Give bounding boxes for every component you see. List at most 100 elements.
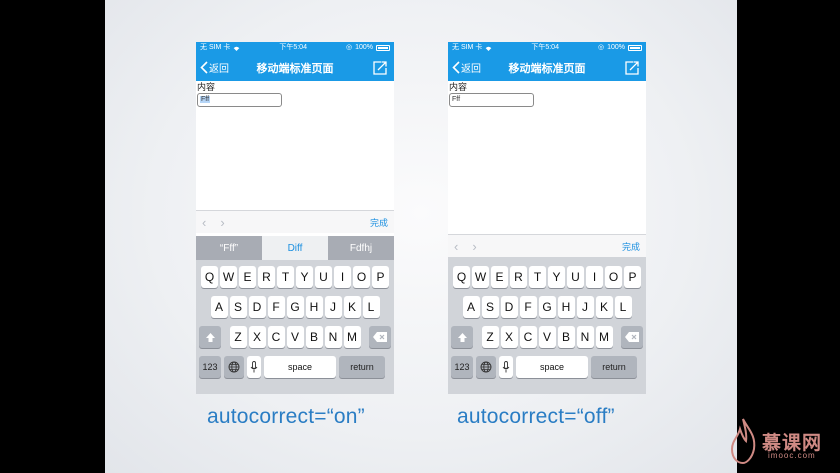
content-label: 内容 — [449, 82, 468, 92]
key-n[interactable]: N — [324, 326, 342, 348]
key-j[interactable]: J — [576, 296, 594, 318]
key-w[interactable]: W — [472, 266, 489, 288]
shift-icon — [457, 332, 467, 342]
keyboard-row-2: A S D F G H J K L — [196, 296, 394, 318]
keyboard: Q W E R T Y U I O P A S D F G H J K L Z … — [196, 260, 394, 394]
key-s[interactable]: S — [481, 296, 499, 318]
share-icon[interactable] — [372, 60, 388, 75]
keyboard-row-3: Z X C V B N M — [448, 326, 646, 348]
key-c[interactable]: C — [519, 326, 537, 348]
suggestion-correction[interactable]: Diff — [262, 236, 328, 260]
key-u[interactable]: U — [567, 266, 584, 288]
orientation-lock-icon: ◎ — [345, 44, 353, 51]
next-field-icon[interactable]: › — [220, 215, 224, 230]
carrier-label: 无 SIM 卡 — [200, 44, 231, 51]
key-a[interactable]: A — [210, 296, 228, 318]
mic-key[interactable] — [247, 356, 261, 378]
shift-key[interactable] — [451, 326, 473, 348]
numbers-key[interactable]: 123 — [199, 356, 221, 378]
backspace-icon — [373, 332, 387, 342]
key-f[interactable]: F — [519, 296, 537, 318]
key-e[interactable]: E — [491, 266, 508, 288]
key-t[interactable]: T — [529, 266, 546, 288]
key-h[interactable]: H — [305, 296, 323, 318]
key-r[interactable]: R — [258, 266, 275, 288]
key-v[interactable]: V — [286, 326, 304, 348]
key-d[interactable]: D — [248, 296, 266, 318]
key-v[interactable]: V — [538, 326, 556, 348]
key-k[interactable]: K — [343, 296, 361, 318]
next-field-icon[interactable]: › — [472, 239, 476, 254]
key-o[interactable]: O — [605, 266, 622, 288]
key-m[interactable]: M — [595, 326, 613, 348]
key-j[interactable]: J — [324, 296, 342, 318]
prev-field-icon[interactable]: ‹ — [202, 215, 206, 230]
key-c[interactable]: C — [267, 326, 285, 348]
key-s[interactable]: S — [229, 296, 247, 318]
key-y[interactable]: Y — [548, 266, 565, 288]
text-input[interactable]: Fff — [197, 93, 282, 107]
back-button[interactable]: 返回 — [452, 54, 481, 81]
globe-key[interactable] — [224, 356, 244, 378]
battery-icon — [375, 45, 390, 51]
key-u[interactable]: U — [315, 266, 332, 288]
key-h[interactable]: H — [557, 296, 575, 318]
key-i[interactable]: I — [586, 266, 603, 288]
key-z[interactable]: Z — [229, 326, 247, 348]
caption-autocorrect-off: autocorrect=“off” — [457, 405, 615, 428]
back-label: 返回 — [209, 64, 229, 75]
key-d[interactable]: D — [500, 296, 518, 318]
return-key[interactable]: return — [591, 356, 637, 378]
mic-key[interactable] — [499, 356, 513, 378]
key-k[interactable]: K — [595, 296, 613, 318]
keyboard-accessory-bar: ‹ › 完成 — [448, 234, 646, 257]
delete-key[interactable] — [369, 326, 391, 348]
key-y[interactable]: Y — [296, 266, 313, 288]
globe-key[interactable] — [476, 356, 496, 378]
suggestion-bar: “Fff” Diff Fdfhj — [196, 236, 394, 260]
key-q[interactable]: Q — [453, 266, 470, 288]
key-x[interactable]: X — [500, 326, 518, 348]
suggestion-literal[interactable]: “Fff” — [196, 236, 262, 260]
key-p[interactable]: P — [624, 266, 641, 288]
wifi-icon — [486, 46, 492, 51]
key-e[interactable]: E — [239, 266, 256, 288]
key-i[interactable]: I — [334, 266, 351, 288]
key-l[interactable]: L — [614, 296, 632, 318]
key-z[interactable]: Z — [481, 326, 499, 348]
key-q[interactable]: Q — [201, 266, 218, 288]
watermark-domain: imooc.com — [768, 451, 816, 460]
back-button[interactable]: 返回 — [200, 54, 229, 81]
key-x[interactable]: X — [248, 326, 266, 348]
key-r[interactable]: R — [510, 266, 527, 288]
key-o[interactable]: O — [353, 266, 370, 288]
key-n[interactable]: N — [576, 326, 594, 348]
space-key[interactable]: space — [264, 356, 336, 378]
return-key[interactable]: return — [339, 356, 385, 378]
share-icon[interactable] — [624, 60, 640, 75]
key-w[interactable]: W — [220, 266, 237, 288]
key-l[interactable]: L — [362, 296, 380, 318]
text-input[interactable]: Fff — [449, 93, 534, 107]
key-f[interactable]: F — [267, 296, 285, 318]
keyboard-row-4: 123 space return — [448, 356, 646, 378]
prev-field-icon[interactable]: ‹ — [454, 239, 458, 254]
key-m[interactable]: M — [343, 326, 361, 348]
key-b[interactable]: B — [305, 326, 323, 348]
done-button[interactable]: 完成 — [622, 240, 640, 253]
done-button[interactable]: 完成 — [370, 216, 388, 229]
shift-key[interactable] — [199, 326, 221, 348]
carrier-label: 无 SIM 卡 — [452, 44, 483, 51]
key-b[interactable]: B — [557, 326, 575, 348]
status-bar: 无 SIM 卡 下午5:04 ◎ 100% — [448, 42, 646, 54]
key-g[interactable]: G — [538, 296, 556, 318]
key-t[interactable]: T — [277, 266, 294, 288]
key-p[interactable]: P — [372, 266, 389, 288]
numbers-key[interactable]: 123 — [451, 356, 473, 378]
space-key[interactable]: space — [516, 356, 588, 378]
key-a[interactable]: A — [462, 296, 480, 318]
key-g[interactable]: G — [286, 296, 304, 318]
delete-key[interactable] — [621, 326, 643, 348]
keyboard-row-2: A S D F G H J K L — [448, 296, 646, 318]
suggestion-alternate[interactable]: Fdfhj — [328, 236, 394, 260]
